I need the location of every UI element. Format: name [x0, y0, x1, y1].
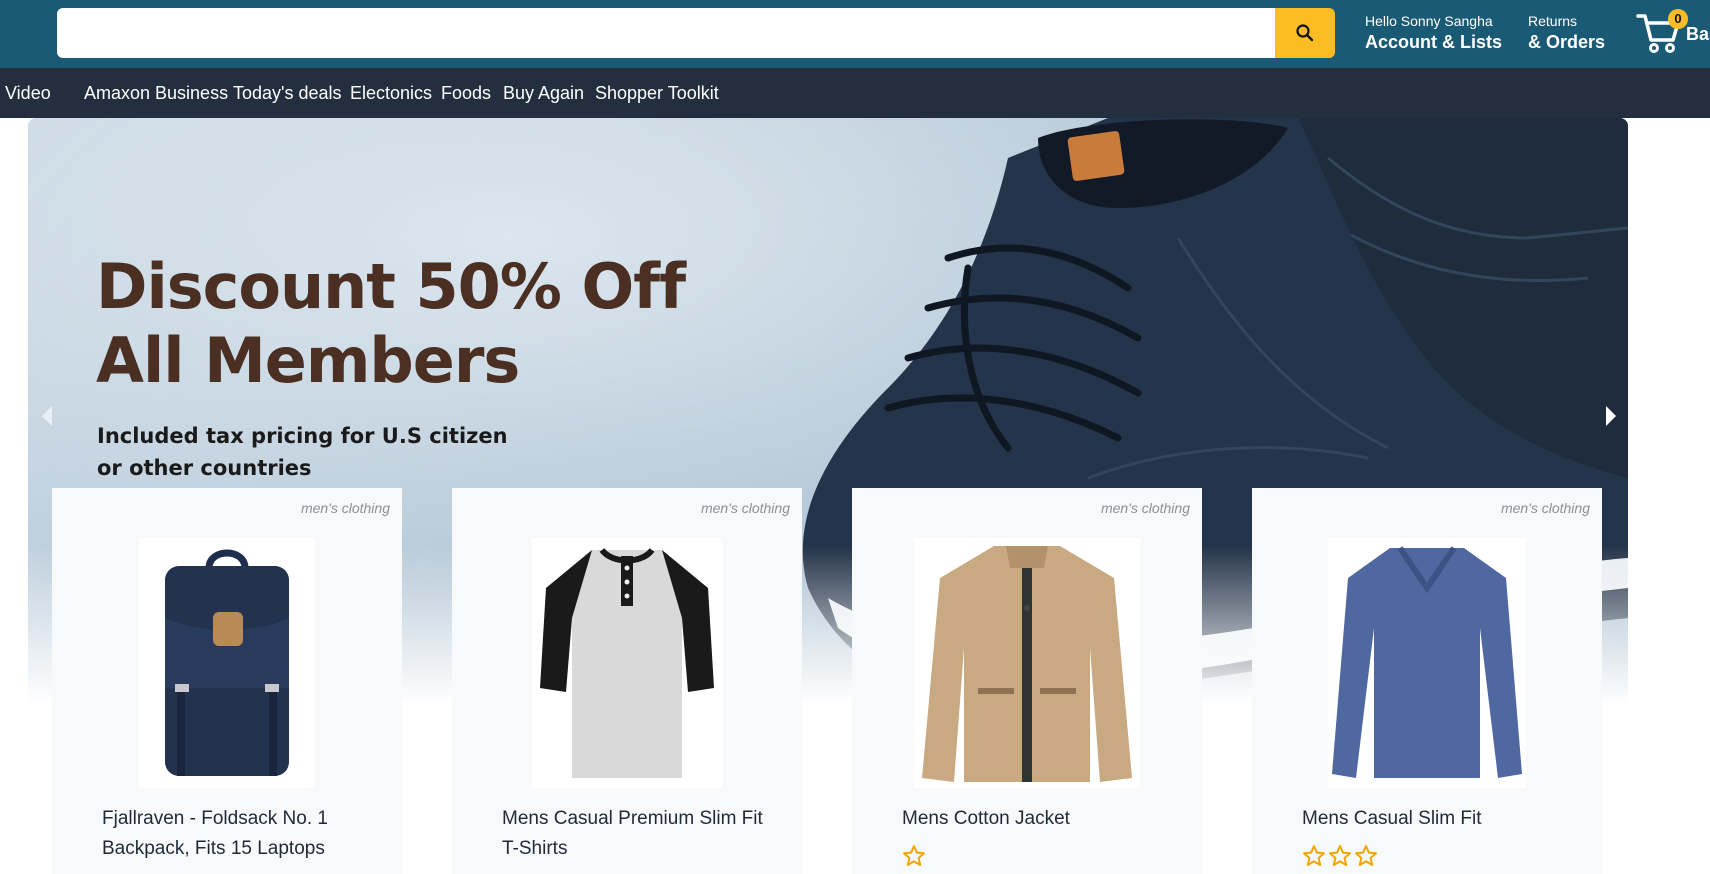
nav-item-todays-deals[interactable]: Today's deals [233, 83, 342, 103]
returns-text: Returns [1528, 13, 1578, 29]
nav-item-foods[interactable]: Foods [441, 83, 491, 103]
product-category: men's clothing [1100, 500, 1190, 516]
product-image [532, 538, 722, 788]
backpack-icon [165, 549, 289, 776]
nav-item-prime-video[interactable]: Prime Video [0, 83, 51, 103]
product-card[interactable]: men's clothing Mens Casual Slim Fit [1252, 488, 1602, 874]
product-image [1328, 538, 1526, 788]
orders-label: & Orders [1528, 32, 1606, 52]
nav-item-shopper-toolkit[interactable]: Shopper Toolkit [595, 83, 719, 103]
returns-orders-link[interactable]: Returns & Orders [1528, 12, 1605, 54]
product-image [914, 538, 1140, 788]
nav-item-electronics[interactable]: Electonics [350, 83, 432, 103]
product-rating [902, 844, 926, 868]
tshirt-icon [540, 547, 714, 778]
carousel-prev-arrow[interactable] [42, 406, 52, 426]
star-icon [1329, 845, 1351, 866]
basket-button[interactable]: 0 Basket [1636, 8, 1710, 60]
jacket-icon [922, 546, 1132, 782]
star-icon [1303, 845, 1325, 866]
product-rating [1302, 844, 1378, 868]
product-image [139, 538, 315, 788]
carousel-next-arrow[interactable] [1606, 406, 1616, 426]
product-title: Mens Casual Slim Fit [1302, 808, 1482, 829]
star-icon [1355, 845, 1377, 866]
product-category: men's clothing [1500, 500, 1590, 516]
hero-title: Discount 50% Off All Members [96, 250, 686, 397]
product-card[interactable]: men's clothing Fjallraven - Foldsack No.… [52, 488, 402, 874]
product-title: Mens Casual Premium Slim Fit T-Shirts [502, 808, 763, 859]
product-category: men's clothing [300, 500, 390, 516]
basket-label: Basket [1686, 24, 1710, 44]
greeting-text: Hello Sonny Sangha [1365, 13, 1493, 29]
search-button[interactable] [1275, 8, 1335, 58]
product-title: Mens Cotton Jacket [902, 808, 1070, 829]
product-category: men's clothing [700, 500, 790, 516]
category-nav-bar: Prime Video Amaxon Business Today's deal… [0, 68, 1710, 118]
search-input[interactable] [57, 8, 1275, 58]
top-header: Hello Sonny Sangha Account & Lists Retur… [0, 0, 1710, 68]
product-card[interactable]: men's clothing Mens Casual Premium Slim … [452, 488, 802, 874]
hero-subtitle: Included tax pricing for U.S citizen or … [97, 424, 508, 480]
product-title: Fjallraven - Foldsack No. 1 Backpack, Fi… [102, 808, 328, 859]
basket-count-badge: 0 [1668, 9, 1688, 29]
account-lists-link[interactable]: Hello Sonny Sangha Account & Lists [1365, 12, 1502, 54]
nav-item-business[interactable]: Amaxon Business [84, 83, 228, 103]
nav-item-buy-again[interactable]: Buy Again [503, 83, 584, 103]
longsleeve-icon [1332, 546, 1522, 778]
search-icon [1296, 24, 1314, 42]
product-card[interactable]: men's clothing Mens Cotton Jacket [852, 488, 1202, 874]
star-icon [903, 845, 925, 866]
account-lists-label: Account & Lists [1365, 32, 1503, 52]
